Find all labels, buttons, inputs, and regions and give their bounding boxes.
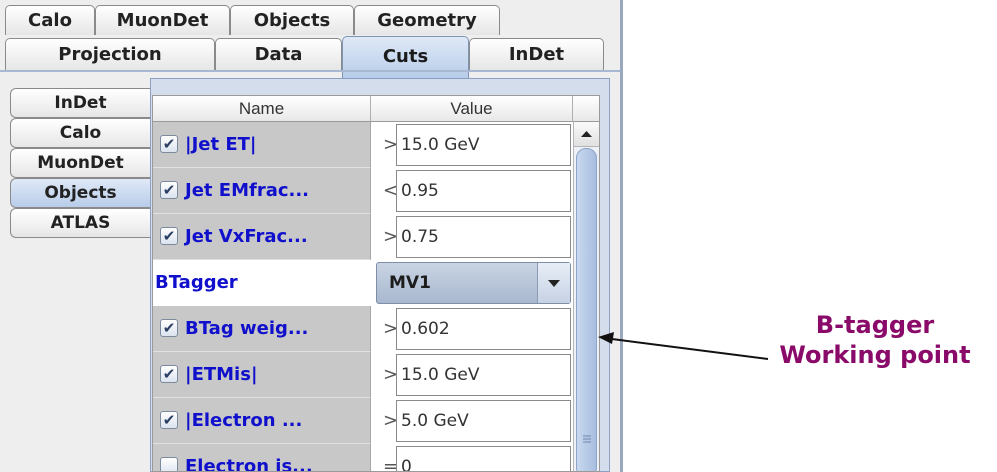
annotation-line-1: B-tagger — [815, 311, 935, 339]
name-cell: ✔ |Electron ... — [153, 398, 371, 444]
cut-value-input[interactable] — [396, 308, 571, 350]
cut-name: |Jet ET| — [185, 134, 257, 155]
tab-objects[interactable]: Objects — [230, 5, 354, 35]
checkbox-jet-vxfrac[interactable]: ✔ — [160, 227, 178, 245]
table-row: ✔ Jet EMfrac... < — [153, 168, 573, 214]
panel-border — [620, 0, 623, 472]
cut-value-input[interactable] — [396, 124, 571, 166]
cut-value-input[interactable] — [396, 400, 571, 442]
checkbox-electron-pt[interactable]: ✔ — [160, 411, 178, 429]
cut-value-input[interactable] — [396, 354, 571, 396]
checkbox-check-icon: ✔ — [162, 181, 176, 199]
cut-name: |Electron ... — [185, 410, 303, 431]
side-tab-atlas[interactable]: ATLAS — [10, 208, 150, 238]
cut-name: Jet EMfrac... — [185, 180, 310, 201]
checkbox-jet-emfrac[interactable]: ✔ — [160, 181, 178, 199]
scroll-up-arrow-icon — [581, 131, 592, 137]
cuts-table: Name Value ✔ |Jet ET| > ✔ Jet EMfrac... … — [152, 95, 600, 472]
scroll-grip-icon — [583, 435, 591, 443]
cuts-panel: Calo MuonDet Objects Geometry Projection… — [0, 0, 622, 472]
dropdown-arrow-icon — [548, 280, 560, 287]
side-tab-calo[interactable]: Calo — [10, 118, 150, 148]
cut-name: BTag weig... — [185, 318, 309, 339]
annotation-label: B-tagger Working point — [760, 310, 990, 370]
tab-strip-divider — [0, 70, 620, 72]
checkbox-electron-isolation[interactable] — [160, 457, 178, 471]
cut-value-input[interactable] — [396, 216, 571, 258]
cut-value-input[interactable] — [396, 446, 571, 471]
cut-value-input[interactable] — [396, 170, 571, 212]
tab-muondet[interactable]: MuonDet — [95, 5, 230, 35]
table-row: ✔ |ETMis| > — [153, 352, 573, 398]
name-cell: ✔ |ETMis| — [153, 352, 371, 398]
name-cell: Electron is... — [153, 444, 371, 472]
annotation-line-2: Working point — [779, 341, 971, 369]
checkbox-etmis[interactable]: ✔ — [160, 365, 178, 383]
side-tab-indet[interactable]: InDet — [10, 88, 150, 118]
side-tab-muondet[interactable]: MuonDet — [10, 148, 150, 178]
table-row: ✔ |Electron ... > — [153, 398, 573, 444]
table-row: ✔ BTag weig... > — [153, 306, 573, 352]
checkbox-check-icon: ✔ — [162, 227, 176, 245]
tab-calo[interactable]: Calo — [5, 5, 95, 35]
scroll-thumb[interactable] — [576, 148, 597, 471]
tab-projection[interactable]: Projection — [5, 38, 215, 70]
btagger-dropdown[interactable]: MV1 — [376, 262, 571, 304]
btagger-row: BTagger MV1 — [153, 260, 573, 306]
checkbox-check-icon: ✔ — [162, 319, 176, 337]
scroll-up-button[interactable] — [574, 122, 599, 147]
table-row: ✔ Jet VxFrac... > — [153, 214, 573, 260]
checkbox-jet-et[interactable]: ✔ — [160, 135, 178, 153]
tab-geometry[interactable]: Geometry — [354, 5, 500, 35]
name-cell: ✔ Jet EMfrac... — [153, 168, 371, 214]
table-row: Electron is... = — [153, 444, 573, 472]
side-tab-objects[interactable]: Objects — [10, 178, 150, 208]
header-name[interactable]: Name — [153, 96, 371, 122]
table-row: ✔ |Jet ET| > — [153, 122, 573, 168]
btagger-selected-value: MV1 — [389, 273, 431, 293]
tab-data[interactable]: Data — [215, 38, 342, 70]
checkbox-check-icon: ✔ — [162, 135, 176, 153]
checkbox-check-icon: ✔ — [162, 411, 176, 429]
checkbox-check-icon: ✔ — [162, 365, 176, 383]
cut-name: |ETMis| — [185, 364, 258, 385]
vertical-scrollbar[interactable] — [573, 122, 599, 471]
btagger-label: BTagger — [155, 272, 238, 293]
name-cell: ✔ |Jet ET| — [153, 122, 371, 168]
name-cell: ✔ BTag weig... — [153, 306, 371, 352]
name-cell: ✔ Jet VxFrac... — [153, 214, 371, 260]
annotation-arrow-icon — [598, 332, 769, 360]
dropdown-button[interactable] — [537, 263, 570, 303]
cut-name: Electron is... — [185, 456, 313, 472]
header-corner — [573, 96, 599, 122]
header-value[interactable]: Value — [371, 96, 573, 122]
checkbox-btag-weight[interactable]: ✔ — [160, 319, 178, 337]
cut-name: Jet VxFrac... — [185, 226, 308, 247]
tab-indet[interactable]: InDet — [469, 38, 604, 70]
